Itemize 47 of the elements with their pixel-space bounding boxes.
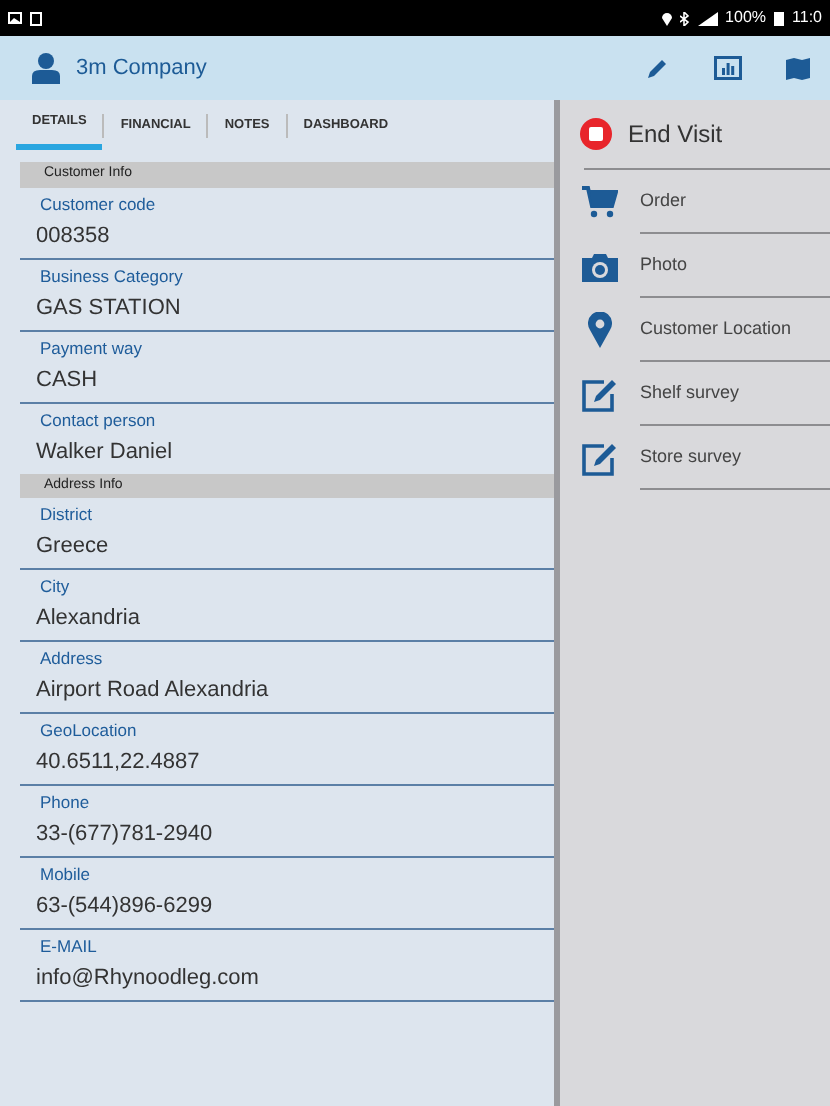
edit-icon[interactable] bbox=[582, 441, 618, 475]
cart-icon[interactable] bbox=[582, 186, 618, 218]
menu-item[interactable]: Store survey bbox=[640, 443, 742, 471]
field-label: Address bbox=[38, 646, 105, 672]
edit-icon[interactable] bbox=[582, 377, 618, 411]
field-value: CASH bbox=[34, 365, 100, 395]
stop-icon[interactable] bbox=[580, 118, 612, 150]
field-value: Greece bbox=[34, 532, 111, 562]
menu-item[interactable]: Order bbox=[640, 187, 687, 215]
field-value: 008358 bbox=[34, 221, 112, 251]
screenshot-icon bbox=[30, 11, 42, 25]
field-value: 40.6511,22.4887 bbox=[34, 748, 202, 778]
gallery-icon bbox=[8, 11, 22, 23]
field-value: 33-(677)781-2940 bbox=[34, 820, 215, 850]
field-label: Business Category bbox=[38, 263, 185, 289]
field-value: Airport Road Alexandria bbox=[34, 676, 271, 706]
field-label: District bbox=[38, 502, 94, 528]
company-name: 3m Company bbox=[76, 53, 207, 84]
field-label: City bbox=[38, 574, 72, 600]
field-label: Mobile bbox=[38, 862, 93, 888]
map-pin-icon[interactable] bbox=[588, 312, 612, 348]
field-label: Customer code bbox=[38, 191, 158, 217]
person-icon bbox=[32, 52, 60, 84]
field-label: Phone bbox=[38, 790, 92, 816]
field-value: info@Rhynoodleg.com bbox=[34, 964, 261, 994]
menu-item[interactable]: Customer Location bbox=[640, 315, 792, 343]
map-icon[interactable] bbox=[786, 57, 810, 79]
clock-time: 11:0 bbox=[792, 6, 822, 30]
field-value: Alexandria bbox=[34, 604, 142, 634]
menu-item[interactable]: Shelf survey bbox=[640, 379, 740, 407]
field-label: Payment way bbox=[38, 335, 145, 361]
field-value: GAS STATION bbox=[34, 293, 183, 323]
field-value: Walker Daniel bbox=[34, 437, 175, 467]
battery-icon bbox=[774, 11, 785, 25]
menu-item[interactable]: Photo bbox=[640, 251, 688, 279]
signal-icon bbox=[697, 11, 718, 25]
field-label: GeoLocation bbox=[38, 718, 139, 744]
battery-percent: 100% bbox=[725, 6, 767, 30]
end-visit-button[interactable]: End Visit bbox=[628, 116, 723, 152]
field-label: Contact person bbox=[38, 407, 158, 433]
location-icon bbox=[661, 11, 672, 25]
pencil-icon[interactable] bbox=[646, 56, 670, 80]
field-value: 63-(544)896-6299 bbox=[34, 892, 215, 922]
camera-icon[interactable] bbox=[582, 251, 618, 281]
bluetooth-icon bbox=[679, 11, 690, 25]
chart-icon[interactable] bbox=[714, 56, 742, 80]
field-label: E-MAIL bbox=[38, 934, 99, 960]
